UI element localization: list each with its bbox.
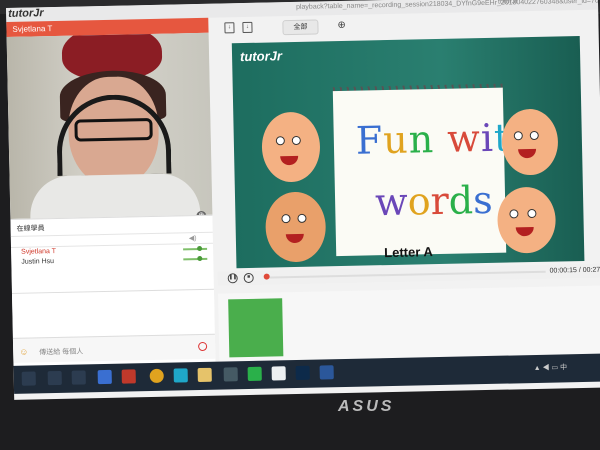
asus-logo: ASUS — [338, 398, 395, 415]
kid-mouth — [515, 226, 534, 237]
address-bar[interactable]: playback?table_name=_recording_session21… — [296, 0, 600, 11]
participant-name: Justin Hsu — [21, 258, 55, 266]
seek-bar[interactable] — [265, 270, 546, 279]
teacher-video: ⊕ — [6, 32, 213, 219]
emoji-icon[interactable]: ☺ — [19, 347, 28, 357]
task-view-icon[interactable] — [71, 370, 86, 385]
app-logo: tutorJr — [7, 7, 44, 20]
photoshop-icon[interactable] — [295, 365, 310, 381]
volume-knob[interactable] — [197, 255, 203, 262]
playback-time: 00:00:15 / 00:27:00 — [549, 266, 600, 275]
media-icon[interactable] — [223, 367, 238, 382]
participants-title: 在線學員 — [16, 225, 45, 233]
volume-slider[interactable] — [183, 257, 208, 261]
word-icon[interactable] — [319, 365, 334, 380]
kid-eye — [527, 208, 537, 219]
participant-name: Svjetlana T — [21, 248, 57, 256]
line-icon[interactable] — [247, 366, 262, 382]
slide-title-line2: words — [374, 177, 494, 225]
block-icon[interactable] — [198, 341, 208, 352]
kid-eye — [529, 130, 539, 141]
notebook-paper — [332, 87, 507, 257]
kid-eye — [281, 214, 291, 224]
chat-input-bar[interactable]: ☺ 傳送給 每個人 — [12, 333, 216, 363]
presenter-name: Svjetlana T — [12, 24, 53, 34]
store-icon[interactable] — [97, 369, 112, 385]
cartoon-kid — [261, 111, 321, 183]
slide-canvas: tutorJr Fun with words Letter A — [231, 35, 585, 269]
slide-thumbnail[interactable] — [228, 298, 284, 358]
page-next-icon[interactable]: ↓ — [242, 21, 253, 34]
all-button[interactable]: 全部 — [282, 19, 319, 36]
pause-button[interactable]: ❚❚ — [227, 273, 238, 284]
shirt — [29, 172, 201, 219]
windows-start-icon[interactable] — [21, 371, 36, 386]
slide-brand: tutorJr — [239, 48, 283, 65]
chrome-icon[interactable] — [149, 368, 164, 384]
mail-icon[interactable] — [271, 366, 286, 381]
kid-eye — [291, 135, 301, 146]
volume-icon: ◀) — [188, 235, 197, 243]
volume-knob[interactable] — [197, 245, 203, 252]
cartoon-kid — [496, 186, 557, 254]
kid-eye — [513, 131, 523, 141]
system-tray[interactable]: ▲ ◀ ▭ 中 — [534, 362, 568, 373]
kid-mouth — [280, 155, 299, 166]
seek-knob[interactable] — [263, 273, 270, 280]
kid-eye — [275, 136, 285, 146]
browser-tab[interactable]: tutorJr — [498, 0, 518, 6]
stop-button[interactable]: ■ — [243, 272, 254, 284]
slide-thumbnails — [218, 285, 600, 362]
zoom-icon[interactable]: ⊕ — [337, 20, 346, 31]
laptop-screen: tutorJr playback?table_name=_recording_s… — [6, 0, 600, 400]
chat-input[interactable]: 傳送給 每個人 — [39, 346, 83, 357]
kid-eye — [509, 209, 519, 219]
edge-icon[interactable] — [173, 368, 188, 383]
gift-icon[interactable] — [121, 369, 136, 384]
volume-slider[interactable] — [183, 247, 208, 251]
kid-mouth — [285, 233, 304, 244]
cartoon-kid — [264, 191, 327, 263]
search-icon[interactable] — [47, 370, 62, 386]
page-prev-icon[interactable]: ↓ — [224, 22, 235, 34]
kid-eye — [297, 213, 307, 223]
kid-mouth — [518, 148, 537, 159]
file-explorer-icon[interactable] — [197, 367, 212, 383]
slide-subtitle: Letter A — [384, 244, 433, 261]
cartoon-kid — [501, 108, 559, 176]
